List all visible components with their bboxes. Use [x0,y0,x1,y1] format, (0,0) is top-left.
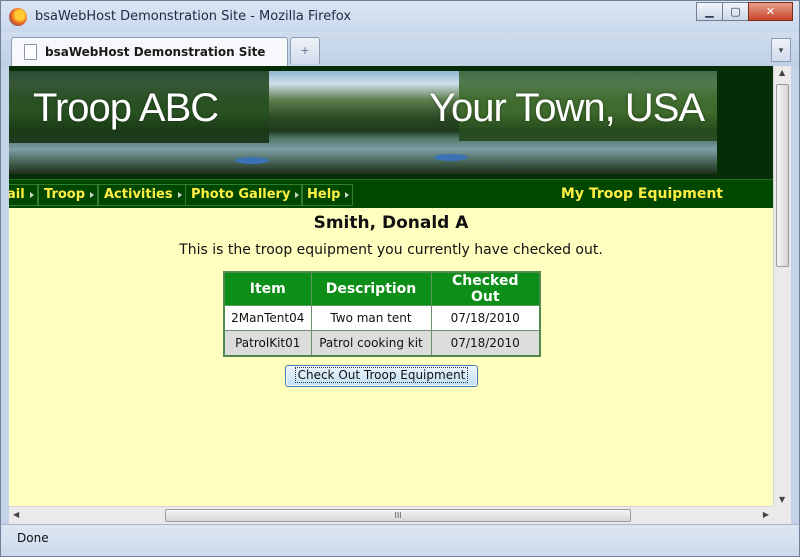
cell-item: PatrolKit01 [223,330,312,356]
column-header-description: Description [310,271,432,306]
menu-arrow-icon [177,192,182,198]
member-name: Smith, Donald A [313,213,469,233]
tab-label: bsaWebHost Demonstration Site [45,45,266,59]
cell-checked-out: 07/18/2010 [430,330,541,356]
vertical-scroll-thumb[interactable] [776,84,789,267]
cell-checked-out: 07/18/2010 [430,305,541,331]
table-header-row: Item Description Checked Out [223,271,541,306]
main-menu: ail Troop Activities Photo Gallery Help … [9,179,773,208]
vertical-scrollbar[interactable]: ▲ ▼ [773,66,791,506]
menu-item-photo-gallery[interactable]: Photo Gallery [185,184,304,206]
window-frame-right [791,66,800,524]
horizontal-scroll-thumb[interactable]: III [165,509,631,522]
scroll-right-icon[interactable]: ▶ [763,510,769,519]
menu-item-label: Photo Gallery [191,187,291,202]
table-row: 2ManTent04 Two man tent 07/18/2010 [223,305,541,331]
tab-list-button[interactable]: ▾ [771,38,791,62]
menu-item-help[interactable]: Help [301,184,354,206]
menu-arrow-icon [295,192,300,198]
kayak-left [235,157,269,164]
table-row: PatrolKit01 Patrol cooking kit 07/18/201… [223,330,541,356]
column-header-checked-out: Checked Out [430,271,541,306]
firefox-icon [9,8,27,26]
scroll-left-icon[interactable]: ◀ [13,510,19,519]
menu-arrow-icon [345,192,350,198]
window-title: bsaWebHost Demonstration Site - Mozilla … [35,9,352,24]
maximize-icon[interactable]: ▢ [722,2,749,21]
site-banner: Troop ABC Your Town, USA [9,66,773,179]
scrollbar-corner [773,506,791,524]
menu-item-troop[interactable]: Troop [38,184,99,206]
status-text: Done [17,531,49,545]
banner-town: Your Town, USA [429,86,705,130]
check-out-button-label: Check Out Troop Equipment [294,367,469,383]
menu-item-label: ail [9,187,25,202]
menu-item-label: Troop [44,187,86,202]
column-header-item: Item [223,271,312,306]
minimize-icon[interactable]: ▁ [696,2,723,21]
window-frame-left [0,66,9,524]
kayak-right [434,154,468,161]
intro-text: This is the troop equipment you currentl… [179,242,603,258]
menu-arrow-icon [29,192,34,198]
menu-arrow-icon [90,192,95,198]
cell-item: 2ManTent04 [223,305,312,331]
equipment-table: Item Description Checked Out 2ManTent04 … [223,271,541,357]
check-out-equipment-button[interactable]: Check Out Troop Equipment [285,365,478,387]
tab-bsawebhost[interactable]: bsaWebHost Demonstration Site [11,37,288,66]
horizontal-scrollbar[interactable]: ◀ III ▶ [9,506,773,524]
page-content: Troop ABC Your Town, USA ail Troop Activ… [9,66,773,506]
tab-bar: bsaWebHost Demonstration Site + ▾ [0,32,800,66]
cell-description: Patrol cooking kit [310,330,432,356]
menu-item-email[interactable]: ail [9,184,38,206]
page-heading: My Troop Equipment [560,186,723,202]
new-tab-button[interactable]: + [290,37,320,64]
menu-item-label: Activities [104,187,173,202]
close-icon[interactable]: ✕ [748,2,793,21]
window-titlebar: bsaWebHost Demonstration Site - Mozilla … [0,0,800,32]
menu-item-activities[interactable]: Activities [98,184,186,206]
page-icon [24,44,37,60]
status-bar: Done [0,524,800,557]
menu-item-label: Help [307,187,341,202]
banner-troop-name: Troop ABC [33,86,219,130]
window-controls: ▁ ▢ ✕ [696,2,793,21]
scroll-up-icon[interactable]: ▲ [779,68,785,77]
scroll-down-icon[interactable]: ▼ [779,495,785,504]
cell-description: Two man tent [310,305,432,331]
